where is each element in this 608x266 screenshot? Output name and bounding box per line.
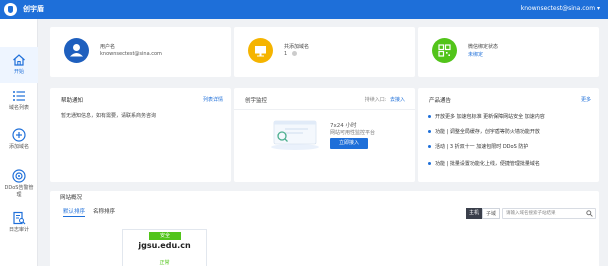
alarm-target-icon: [12, 169, 26, 183]
view-toggle: 主机 子域: [466, 208, 501, 219]
list-icon: [13, 91, 25, 101]
audit-log-icon: [13, 211, 26, 225]
tab-name-sort[interactable]: 名称排序: [93, 207, 115, 215]
brand-name: 创宇盾: [23, 5, 44, 13]
brand[interactable]: 创宇盾: [4, 3, 44, 16]
home-icon: [13, 54, 25, 66]
overview-title: 网站概况: [60, 195, 83, 201]
username-value: knownsectest@sina.com: [100, 51, 162, 57]
monitor-panel: 创宇监控 持续入口: 去接入 7x24 小时 网站可用性监控平台 立即接入: [234, 88, 415, 182]
search-icon[interactable]: [586, 210, 593, 217]
help-title: 帮助通知: [61, 98, 84, 104]
sidebar-item-label: 域名列表: [8, 105, 29, 111]
monitor-icon: [248, 38, 273, 63]
toggle-subdomain[interactable]: 子域: [482, 208, 501, 219]
sidebar-item-add-domain[interactable]: 添加域名: [0, 128, 38, 151]
connect-now-button[interactable]: 立即接入: [330, 138, 368, 149]
wechat-status-label: 微信绑定状态: [468, 44, 499, 50]
sidebar-item-label: 开始: [13, 69, 24, 75]
monitor-access-link[interactable]: 去接入: [390, 97, 405, 103]
help-details-link[interactable]: 列表详情: [203, 96, 223, 103]
monitor-divider: [234, 109, 415, 110]
product-news-panel: 产品通告 更多 开放更多 加速包标准 更新保障网站安全 加速内容 功能 | 调整…: [418, 88, 599, 182]
help-panel: 帮助通知 列表详情 暂无通知信息，如有需要，请联系商务咨询: [50, 88, 231, 182]
status-badge: 安全: [149, 232, 181, 240]
wechat-status-link[interactable]: 未绑定: [468, 51, 483, 58]
site-card[interactable]: 安全 jgsu.edu.cn 正常: [122, 229, 207, 266]
sidebar-item-label: 日志审计: [8, 227, 29, 233]
site-domain: jgsu.edu.cn: [138, 241, 191, 250]
domain-count-value: 1: [284, 51, 297, 57]
monitor-title: 创宇监控: [245, 98, 268, 104]
chevron-circle-icon[interactable]: [291, 51, 297, 56]
more-link[interactable]: 更多: [581, 96, 591, 103]
toggle-host[interactable]: 主机: [466, 208, 483, 219]
shield-logo-icon: [4, 3, 17, 16]
sidebar-item-ddos-alarm[interactable]: DDoS告警管理: [0, 169, 38, 199]
search-input[interactable]: [502, 208, 596, 219]
news-item[interactable]: 开放更多 加速包标准 更新保障网站安全 加速内容: [428, 113, 545, 120]
monitor-illustration: [271, 120, 319, 150]
sidebar-item-start[interactable]: 开始: [0, 47, 38, 83]
qrcode-icon: [432, 38, 457, 63]
product-news-title: 产品通告: [429, 98, 452, 104]
domain-count-number: 1: [284, 51, 288, 57]
monitor-entry-label: 持续入口:: [364, 97, 387, 103]
tab-default-sort[interactable]: 默认排序: [63, 207, 86, 217]
domains-card: 共添加域名 1: [234, 27, 415, 77]
user-menu[interactable]: knownsectest@sina.com ▾: [521, 5, 600, 12]
wechat-card: 微信绑定状态 未绑定: [418, 27, 599, 77]
news-item[interactable]: 功能 | 批量设置功能化上线，便捷管理批量域名: [428, 160, 540, 167]
news-item[interactable]: 活动 | 3 折双十一 加速包限时 DDoS 防护: [428, 143, 528, 150]
monitor-headline: 7x24 小时: [330, 123, 357, 129]
site-status-text: 正常: [159, 260, 170, 266]
monitor-entry: 持续入口: 去接入: [365, 96, 405, 103]
sidebar-item-label: 添加域名: [8, 144, 29, 150]
user-card: 用户名 knownsectest@sina.com: [50, 27, 231, 77]
help-text: 暂无通知信息，如有需要，请联系商务咨询: [61, 113, 157, 119]
sidebar-item-domain-list[interactable]: 域名列表: [0, 89, 38, 112]
username-label: 用户名: [100, 44, 116, 50]
user-icon: [64, 38, 89, 63]
plus-circle-icon: [12, 128, 26, 142]
domain-count-label: 共添加域名: [284, 44, 310, 50]
top-bar: 创宇盾 knownsectest@sina.com ▾: [0, 0, 608, 19]
sidebar-item-log-audit[interactable]: 日志审计: [0, 211, 38, 234]
news-item[interactable]: 功能 | 调整全局缓存，创宇盾等防火墙功能开放: [428, 128, 540, 135]
sidebar: 开始 域名列表 添加域名 DDoS告警管理 日志审计: [0, 19, 38, 266]
sidebar-item-label: DDoS告警管理: [4, 185, 34, 198]
monitor-subline: 网站可用性监控平台: [330, 130, 376, 136]
